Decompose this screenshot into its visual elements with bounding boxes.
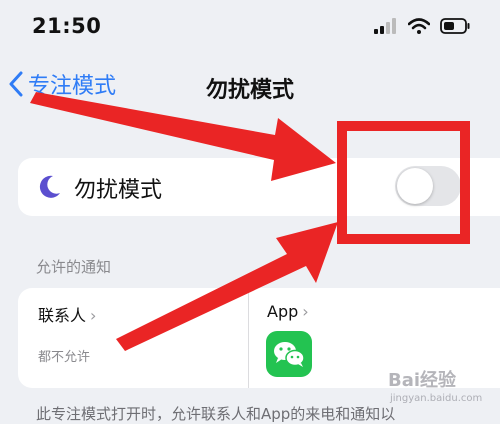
annotation-arrow-upper (30, 92, 336, 181)
watermark-sub: jingyan.baidu.com (390, 393, 483, 404)
watermark: Bai经验 (388, 370, 457, 391)
annotation-arrows (30, 92, 338, 351)
annotation-arrow-lower (116, 222, 338, 351)
